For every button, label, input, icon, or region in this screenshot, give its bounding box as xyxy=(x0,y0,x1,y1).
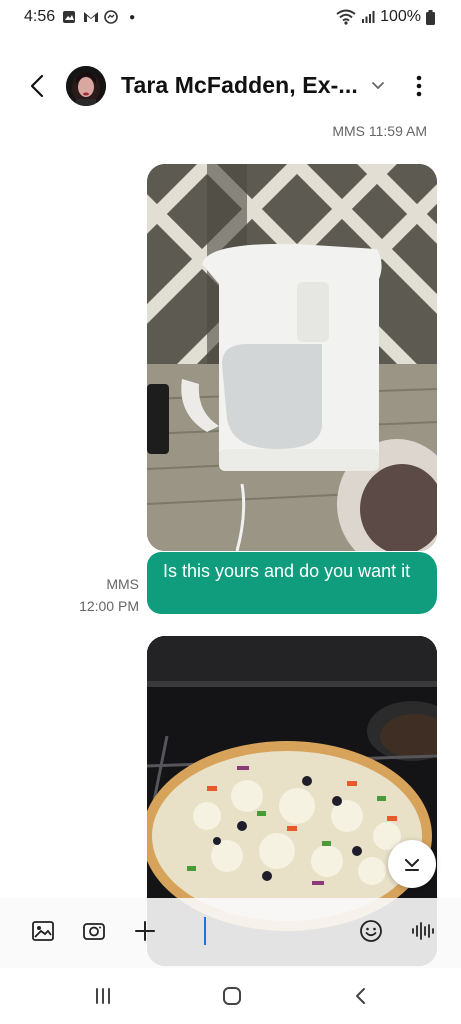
back-icon xyxy=(356,988,365,1004)
message-meta-side: MMS 12:00 PM xyxy=(79,573,139,617)
status-left: 4:56 ● xyxy=(24,8,135,26)
emoji-icon xyxy=(360,920,382,942)
emoji-button[interactable] xyxy=(358,918,384,944)
battery-icon xyxy=(426,9,435,25)
wifi-icon xyxy=(336,9,356,25)
home-icon xyxy=(223,987,241,1005)
gallery-button[interactable] xyxy=(30,918,56,944)
message-text: Is this yours and do you want it xyxy=(163,561,411,581)
conversation-header: Tara McFadden, Ex-... xyxy=(0,58,461,114)
status-bar: 4:56 ● 100% xyxy=(0,0,461,34)
camera-icon xyxy=(83,923,105,940)
message-input[interactable] xyxy=(168,908,368,954)
message-time: 12:00 PM xyxy=(79,598,139,614)
status-right: 100% xyxy=(336,8,435,26)
voice-input-button[interactable] xyxy=(410,918,436,944)
contact-name[interactable]: Tara McFadden, Ex-... xyxy=(121,72,358,99)
expand-contact-button[interactable] xyxy=(370,78,386,94)
recents-icon xyxy=(96,988,110,1004)
home-button[interactable] xyxy=(220,984,244,1008)
mms-image-coffee-maker[interactable] xyxy=(147,164,437,551)
camera-button[interactable] xyxy=(81,918,107,944)
nav-back-button[interactable] xyxy=(349,984,373,1008)
chevron-down-icon xyxy=(405,859,419,871)
recents-button[interactable] xyxy=(91,984,115,1008)
gallery-notification-icon xyxy=(62,10,76,24)
chevron-down-icon xyxy=(372,82,384,89)
plus-icon xyxy=(135,921,155,941)
back-button[interactable] xyxy=(26,72,50,100)
message-meta: MMS 11:59 AM xyxy=(332,123,427,139)
system-nav-bar xyxy=(0,968,461,1024)
more-options-button[interactable] xyxy=(410,72,428,100)
text-caret xyxy=(204,917,206,945)
messenger-icon xyxy=(104,10,118,24)
gallery-icon xyxy=(32,921,54,941)
back-arrow-icon xyxy=(30,74,44,98)
gmail-icon xyxy=(83,10,99,24)
scroll-to-bottom-button[interactable] xyxy=(388,840,436,888)
status-time: 4:56 xyxy=(24,8,56,25)
dot-icon: ● xyxy=(129,11,136,23)
message-type-label: MMS xyxy=(106,576,139,592)
message-composer xyxy=(0,898,461,968)
battery-text: 100% xyxy=(380,8,421,25)
add-attachment-button[interactable] xyxy=(132,918,158,944)
signal-icon xyxy=(361,10,375,24)
avatar[interactable] xyxy=(66,66,106,106)
more-vertical-icon xyxy=(416,75,422,97)
voice-icon xyxy=(412,922,434,940)
message-bubble[interactable]: Is this yours and do you want it xyxy=(147,552,437,614)
